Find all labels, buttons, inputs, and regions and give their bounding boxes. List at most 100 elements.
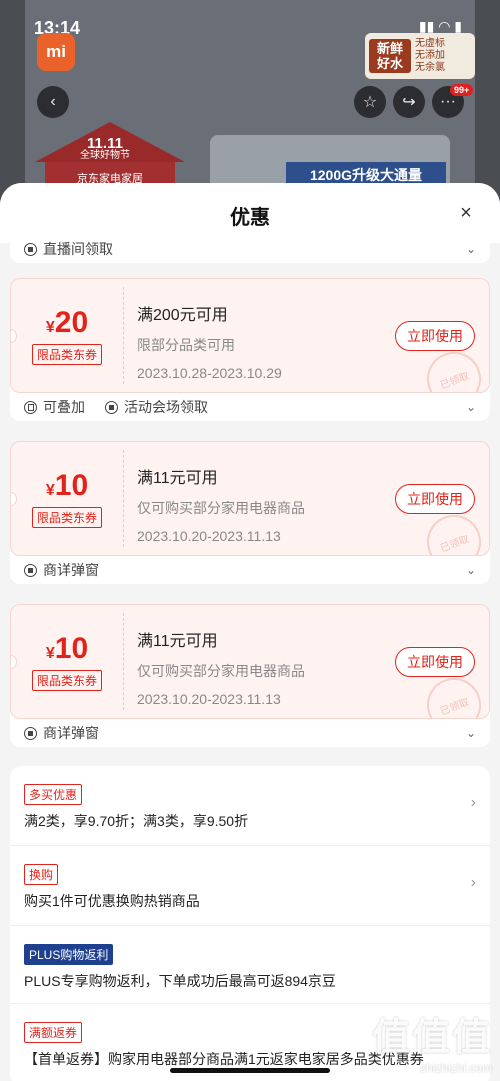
chevron-down-icon[interactable]: ⌄ [466,242,476,256]
coupon-info: 满11元可用 仅可购买部分家用电器商品 2023.10.20-2023.11.1… [137,627,305,707]
venue-icon [105,400,118,414]
chevron-down-icon[interactable]: ⌄ [466,400,476,414]
coupon-type-tag: 限品类东券 [31,507,102,528]
tag-label: 直播间领取 [43,241,113,257]
offer-item[interactable]: 多买优惠 满2类，享9.70折；满3类，享9.50折 › [10,766,490,846]
amount-number: 10 [54,632,89,665]
offer-tag-plus: PLUS购物返利 [24,944,114,965]
popup-icon [24,726,37,740]
sheet-header: 优惠 × [0,183,500,243]
claimed-stamp: 已领取 [419,670,489,718]
close-icon: × [460,202,472,224]
stack-icon [24,400,37,414]
coupon-divider [123,613,124,710]
coupon-value: ¥20 限品类东券 [11,279,123,392]
promo-line-3: 无余氯 [415,62,445,73]
event-11-title: 11.11 [87,135,123,152]
chevron-down-icon[interactable]: ⌄ [466,563,476,577]
coupon-tag-row[interactable]: 可叠加 活动会场领取 ⌄ [10,393,490,421]
promo-line-1: 无虚标 [415,38,445,49]
back-icon: ‹ [50,93,56,110]
coupon-date: 2023.10.28-2023.10.29 [137,365,282,381]
offer-text: PLUS专享购物返利，下单成功后最高可返894京豆 [24,973,336,989]
close-button[interactable]: × [456,203,476,223]
coupon-sheet: 优惠 × 直播间领取 ⌄ ¥20 限品类东券 满200元可用 限部分品类可用 2… [0,183,500,1081]
tag-row: 直播间领取 ⌄ [10,235,490,263]
offer-tag: 多买优惠 [24,784,83,805]
amount-number: 10 [54,469,89,502]
tag-source: 活动会场领取 [124,399,208,415]
coupon-date: 2023.10.20-2023.11.13 [137,528,281,544]
back-button[interactable]: ‹ [37,86,69,118]
use-now-button[interactable]: 立即使用 [395,647,475,677]
coupon-card: ¥10 限品类东券 满11元可用 仅可购买部分家用电器商品 2023.10.20… [10,604,490,747]
offer-item[interactable]: 换购 购买1件可优惠换购热销商品 › [10,846,490,926]
share-button[interactable]: ↪ [393,86,425,118]
amount-number: 20 [54,306,89,339]
chevron-right-icon: › [470,874,476,891]
coupon-scope: 仅可购买部分家用电器商品 [137,500,305,516]
coupon-card: ¥20 限品类东券 满200元可用 限部分品类可用 2023.10.28-202… [10,278,490,421]
offer-tag: 满额返券 [24,1022,83,1043]
status-icons: ▮▮ ◠ ▮ [418,18,462,34]
coupon-type-tag: 限品类东券 [31,344,102,365]
star-icon: ☆ [362,94,378,111]
brand-logo[interactable]: mi [37,33,75,71]
event-11-label: 11.11 全球好物节 [80,135,130,162]
favorite-button[interactable]: ☆ [354,86,386,118]
coupon-divider [123,450,124,547]
notification-badge: 99+ [450,84,474,96]
coupon-body: ¥10 限品类东券 满11元可用 仅可购买部分家用电器商品 2023.10.20… [10,604,490,719]
coupon-card: ¥10 限品类东券 满11元可用 仅可购买部分家用电器商品 2023.10.20… [10,441,490,584]
coupon-info: 满11元可用 仅可购买部分家用电器商品 2023.10.20-2023.11.1… [137,464,305,544]
coupon-value: ¥10 限品类东券 [11,442,123,555]
offer-text: 购买1件可优惠换购热销商品 [24,893,200,909]
claimed-stamp: 已领取 [419,344,489,392]
use-now-button[interactable]: 立即使用 [395,484,475,514]
promo-badge: 新鲜好水 无虚标 无添加 无余氯 [365,33,475,79]
chevron-right-icon: › [470,794,476,811]
offer-tag: 换购 [24,864,59,885]
home-indicator[interactable] [170,1068,330,1073]
coupon-scope: 限部分品类可用 [137,337,235,353]
coupon-amount: ¥10 [11,469,123,503]
share-icon: ↪ [402,94,416,111]
coupon-condition: 满11元可用 [137,633,218,650]
sheet-title: 优惠 [230,207,270,229]
currency-symbol: ¥ [45,482,55,499]
currency-symbol: ¥ [45,319,55,336]
chevron-down-icon[interactable]: ⌄ [466,726,476,740]
coupon-tag-row[interactable]: 商详弹窗 ⌄ [10,719,490,747]
tag-source: 商详弹窗 [43,725,99,741]
promo-badge-small: 无虚标 无添加 无余氯 [415,38,445,74]
coupon-date: 2023.10.20-2023.11.13 [137,691,281,707]
coupon-body: ¥20 限品类东券 满200元可用 限部分品类可用 2023.10.28-202… [10,278,490,393]
tag-stackable: 可叠加 [43,399,85,415]
watermark-logo: 值值值 [371,1017,492,1059]
tag-source: 商详弹窗 [43,562,99,578]
use-now-button[interactable]: 立即使用 [395,321,475,351]
coupon-scope: 仅可购买部分家用电器商品 [137,663,305,679]
coupon-amount: ¥20 [11,306,123,340]
partial-coupon-tag-row[interactable]: 直播间领取 ⌄ [10,235,490,263]
live-icon [24,242,37,256]
offer-text: 满2类，享9.70折；满3类，享9.50折 [24,813,249,829]
promo-badge-big: 新鲜好水 [369,39,411,73]
promo-line-2: 无添加 [415,50,445,61]
popup-icon [24,563,37,577]
coupon-value: ¥10 限品类东券 [11,605,123,718]
coupon-condition: 满200元可用 [137,307,228,324]
claimed-stamp: 已领取 [419,507,489,555]
coupon-tag-row[interactable]: 商详弹窗 ⌄ [10,556,490,584]
event-11-sub: 全球好物节 [80,150,130,161]
background-product-page: 13:14 ▮▮ ◠ ▮ mi 新鲜好水 无虚标 无添加 无余氯 ‹ ☆ ↪ ·… [0,0,500,210]
coupon-body: ¥10 限品类东券 满11元可用 仅可购买部分家用电器商品 2023.10.20… [10,441,490,556]
site-watermark: 值值值 zhizhizhi.com [372,1006,492,1075]
coupon-divider [123,287,124,384]
watermark-url: zhizhizhi.com [419,1061,492,1075]
currency-symbol: ¥ [45,645,55,662]
coupon-type-tag: 限品类东券 [31,670,102,691]
offer-item[interactable]: PLUS购物返利 PLUS专享购物返利，下单成功后最高可返894京豆 [10,926,490,1004]
coupon-info: 满200元可用 限部分品类可用 2023.10.28-2023.10.29 [137,301,282,381]
coupon-condition: 满11元可用 [137,470,218,487]
